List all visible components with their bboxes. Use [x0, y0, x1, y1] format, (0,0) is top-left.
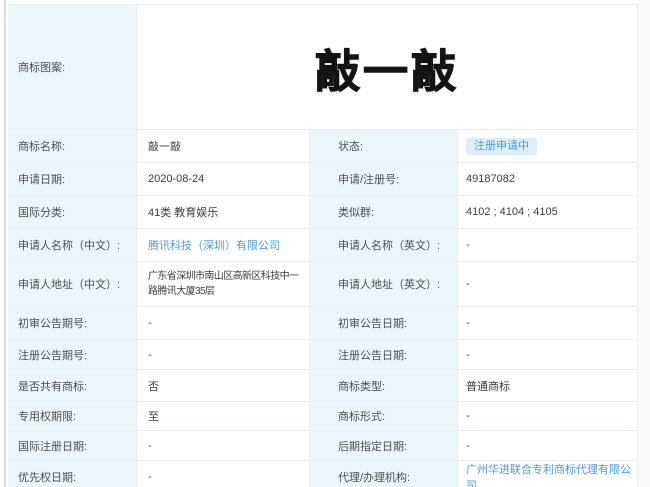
value-trademark-name: 敲一敲 [137, 130, 310, 162]
table-row: 商标名称: 敲一敲 状态: 注册申请中 [8, 130, 637, 163]
label-applicant-name-en: 申请人名称（英文）: [310, 229, 458, 261]
value-preliminary-gazette-date: - [458, 307, 637, 339]
value-agency: 广州华进联合专利商标代理有限公司 [458, 461, 637, 487]
label-trademark-image: 商标图案: [8, 5, 137, 129]
label-exclusive-right-period: 专用权期限: [8, 402, 137, 430]
trademark-image-cell: 敲一敲 [137, 5, 637, 129]
label-trademark-form: 商标形式: [310, 402, 458, 430]
label-preliminary-gazette-date: 初审公告日期: [310, 307, 458, 339]
value-similar-group: 4102 ; 4104 ; 4105 [458, 196, 637, 228]
label-international-class: 国际分类: [8, 196, 137, 228]
label-is-shared-trademark: 是否共有商标: [8, 370, 137, 401]
value-exclusive-right-period: 至 [137, 402, 310, 430]
value-applicant-name-en: - [458, 229, 637, 261]
label-applicant-name-cn: 申请人名称（中文）: [8, 229, 137, 261]
value-trademark-form: - [458, 402, 637, 430]
label-applicant-address-en: 申请人地址（英文）: [310, 262, 458, 306]
label-registration-gazette-date: 注册公告日期: [310, 340, 458, 369]
value-is-shared-trademark: 否 [137, 370, 310, 401]
label-trademark-name: 商标名称: [8, 130, 137, 162]
table-row: 申请人名称（中文）: 腾讯科技（深圳）有限公司 申请人名称（英文）: - [8, 229, 637, 262]
label-applicant-address-cn: 申请人地址（中文）: [8, 262, 137, 306]
page-right-gutter [639, 0, 650, 487]
table-row-trademark-image: 商标图案: 敲一敲 [8, 5, 637, 130]
trademark-info-table: 商标图案: 敲一敲 商标名称: 敲一敲 状态: 注册申请中 申请日期: 2020… [8, 4, 638, 487]
label-application-date: 申请日期: [8, 163, 137, 195]
table-row: 申请人地址（中文）: 广东省深圳市南山区高新区科技中一路腾讯大厦35层 申请人地… [8, 262, 637, 307]
table-row: 国际分类: 41类 教育娱乐 类似群: 4102 ; 4104 ; 4105 [8, 196, 637, 229]
value-status: 注册申请中 [458, 130, 637, 162]
value-registration-number: 49187082 [458, 163, 637, 195]
label-preliminary-gazette-no: 初审公告期号: [8, 307, 137, 339]
applicant-name-link[interactable]: 腾讯科技（深圳）有限公司 [148, 237, 280, 253]
value-trademark-type: 普通商标 [458, 370, 637, 401]
value-applicant-address-en: - [458, 262, 637, 306]
value-later-designation-date: - [458, 431, 637, 460]
label-registration-gazette-no: 注册公告期号: [8, 340, 137, 369]
label-similar-group: 类似群: [310, 196, 458, 228]
table-row: 专用权期限: 至 商标形式: - [8, 402, 637, 431]
table-row: 注册公告期号: - 注册公告日期: - [8, 340, 637, 370]
trademark-image-text: 敲一敲 [315, 35, 459, 100]
label-agency: 代理/办理机构: [310, 461, 458, 487]
page-left-border [4, 0, 6, 487]
table-row: 申请日期: 2020-08-24 申请/注册号: 49187082 [8, 163, 637, 196]
value-priority-date: - [137, 461, 310, 487]
value-application-date: 2020-08-24 [137, 163, 310, 195]
value-preliminary-gazette-no: - [137, 307, 310, 339]
agency-link[interactable]: 广州华进联合专利商标代理有限公司 [466, 461, 637, 487]
value-applicant-address-cn: 广东省深圳市南山区高新区科技中一路腾讯大厦35层 [137, 262, 310, 306]
value-registration-gazette-no: - [137, 340, 310, 369]
label-registration-number: 申请/注册号: [310, 163, 458, 195]
table-row: 是否共有商标: 否 商标类型: 普通商标 [8, 370, 637, 402]
table-row: 优先权日期: - 代理/办理机构: 广州华进联合专利商标代理有限公司 [8, 461, 637, 487]
label-status: 状态: [310, 130, 458, 162]
status-badge[interactable]: 注册申请中 [466, 138, 537, 155]
value-international-class: 41类 教育娱乐 [137, 196, 310, 228]
table-row: 初审公告期号: - 初审公告日期: - [8, 307, 637, 340]
label-trademark-type: 商标类型: [310, 370, 458, 401]
table-row: 国际注册日期: - 后期指定日期: - [8, 431, 637, 461]
label-later-designation-date: 后期指定日期: [310, 431, 458, 460]
label-international-registration-date: 国际注册日期: [8, 431, 137, 460]
value-international-registration-date: - [137, 431, 310, 460]
value-applicant-name-cn: 腾讯科技（深圳）有限公司 [137, 229, 310, 261]
label-priority-date: 优先权日期: [8, 461, 137, 487]
value-registration-gazette-date: - [458, 340, 637, 369]
